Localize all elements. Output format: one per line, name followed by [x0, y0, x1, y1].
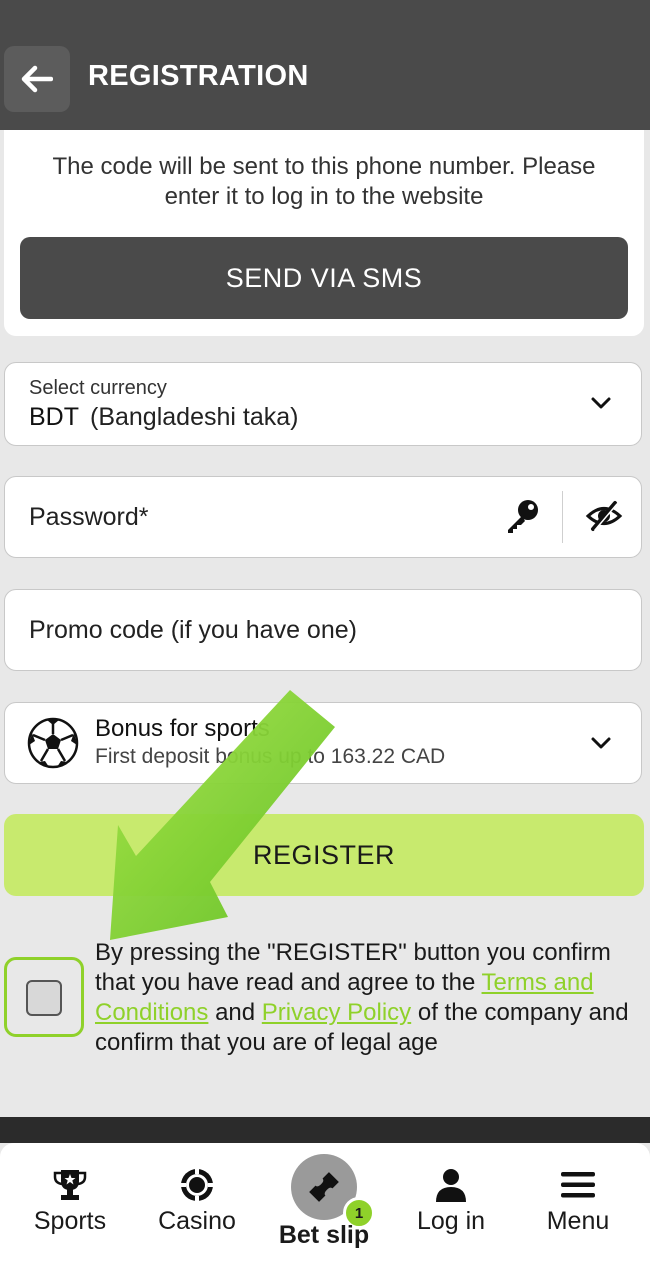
- header: REGISTRATION: [0, 0, 650, 130]
- consent-checkbox[interactable]: [26, 980, 62, 1016]
- currency-select[interactable]: Select currency BDT (Bangladeshi taka): [4, 362, 642, 446]
- footer-strip: [0, 1117, 650, 1143]
- password-field[interactable]: Password*: [4, 476, 642, 558]
- casino-chip-icon: [180, 1168, 214, 1202]
- hamburger-menu-icon: [561, 1172, 595, 1198]
- consent-checkbox-highlight: [4, 957, 84, 1037]
- bottom-nav: Sports Casino 1 Bet slip Log in Menu: [0, 1143, 650, 1280]
- currency-name: (Bangladeshi taka): [90, 403, 299, 431]
- bonus-select[interactable]: Bonus for sports First deposit bonus up …: [4, 702, 642, 784]
- send-sms-button[interactable]: SEND VIA SMS: [20, 237, 628, 319]
- nav-casino[interactable]: Casino: [132, 1143, 262, 1280]
- sms-card: The code will be sent to this phone numb…: [4, 130, 644, 336]
- password-placeholder: Password*: [29, 503, 149, 531]
- bonus-subtitle: First deposit bonus up to 163.22 CAD: [95, 745, 446, 768]
- nav-betslip[interactable]: 1 Bet slip: [259, 1143, 389, 1280]
- nav-menu-label: Menu: [546, 1207, 610, 1235]
- nav-sports[interactable]: Sports: [5, 1143, 135, 1280]
- back-button[interactable]: [4, 46, 70, 112]
- currency-label: Select currency: [29, 377, 167, 399]
- ticket-icon: [309, 1172, 339, 1202]
- nav-login-label: Log in: [416, 1207, 486, 1235]
- nav-betslip-label: Bet slip: [278, 1221, 370, 1249]
- chevron-down-icon: [591, 737, 611, 749]
- register-button[interactable]: REGISTER: [4, 814, 644, 896]
- page-title: REGISTRATION: [88, 60, 309, 92]
- currency-code: BDT: [29, 403, 79, 431]
- promo-code-placeholder: Promo code (if you have one): [29, 616, 357, 644]
- soccer-ball-icon: [27, 717, 79, 769]
- bonus-title: Bonus for sports: [95, 715, 270, 742]
- nav-casino-label: Casino: [158, 1207, 236, 1235]
- consent-text-part: and: [208, 999, 262, 1026]
- nav-menu[interactable]: Menu: [513, 1143, 643, 1280]
- eye-slash-icon[interactable]: [585, 499, 623, 533]
- user-icon: [436, 1169, 466, 1202]
- privacy-link[interactable]: Privacy Policy: [262, 999, 411, 1026]
- divider: [561, 491, 563, 543]
- promo-code-field[interactable]: Promo code (if you have one): [4, 589, 642, 671]
- nav-sports-label: Sports: [33, 1207, 107, 1235]
- sms-info-text: The code will be sent to this phone numb…: [52, 153, 596, 210]
- trophy-icon: [53, 1170, 87, 1200]
- consent-text: By pressing the "REGISTER" button you co…: [95, 938, 630, 1058]
- nav-login[interactable]: Log in: [386, 1143, 516, 1280]
- key-icon[interactable]: [503, 497, 541, 535]
- arrow-left-icon: [21, 65, 53, 93]
- chevron-down-icon: [591, 397, 611, 409]
